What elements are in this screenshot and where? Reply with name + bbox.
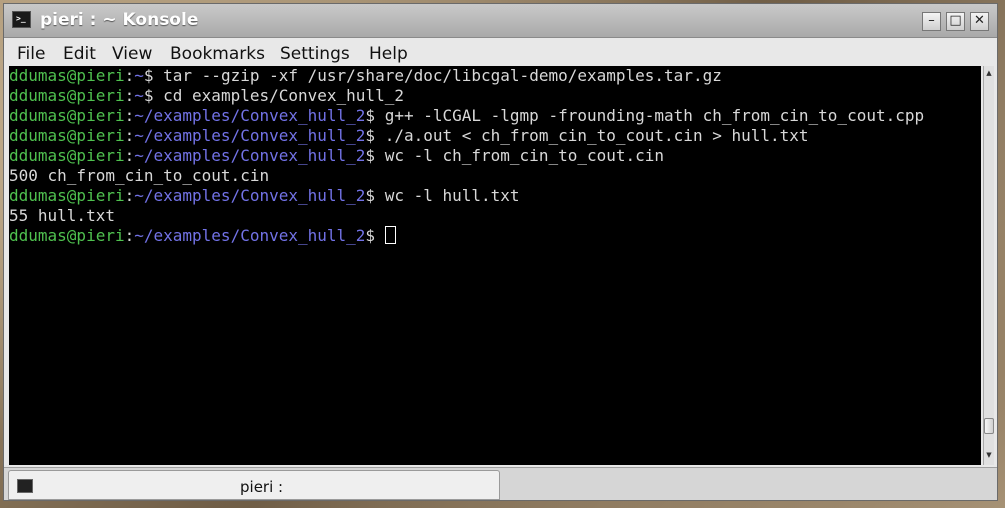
- prompt-path: ~/examples/Convex_hull_2: [134, 106, 366, 125]
- prompt-symbol: $: [143, 86, 164, 105]
- scrollbar-thumb[interactable]: [984, 418, 994, 434]
- prompt-separator: :: [124, 66, 135, 85]
- terminal-icon: [17, 479, 33, 493]
- output-text: 55 hull.txt: [9, 206, 115, 225]
- prompt-path: ~/examples/Convex_hull_2: [134, 226, 366, 245]
- prompt-user: ddumas@pieri: [9, 146, 125, 165]
- menu-edit[interactable]: Edit: [63, 44, 96, 64]
- prompt-separator: :: [124, 126, 135, 145]
- terminal-output[interactable]: ddumas@pieri:~$ tar --gzip -xf /usr/shar…: [9, 66, 981, 465]
- prompt-user: ddumas@pieri: [9, 66, 125, 85]
- prompt-separator: :: [124, 146, 135, 165]
- prompt-separator: :: [124, 86, 135, 105]
- tab-pieri[interactable]: pieri :: [8, 470, 500, 500]
- scroll-up-icon[interactable]: ▲: [984, 66, 994, 80]
- cursor: [384, 226, 396, 244]
- prompt-separator: :: [124, 106, 135, 125]
- prompt-separator: :: [124, 186, 135, 205]
- prompt-symbol: $: [365, 146, 385, 165]
- prompt-path: ~: [134, 86, 144, 105]
- vertical-scrollbar[interactable]: ▲ ▼: [983, 66, 994, 465]
- prompt-path: ~/examples/Convex_hull_2: [134, 186, 366, 205]
- title-bar[interactable]: >_ pieri : ~ Konsole – □ ✕: [4, 4, 997, 38]
- command-text: tar --gzip -xf /usr/share/doc/libcgal-de…: [163, 66, 722, 85]
- command-text: g++ -lCGAL -lgmp -frounding-math ch_from…: [384, 106, 925, 125]
- terminal-icon[interactable]: >_: [12, 11, 31, 28]
- output-line: 55 hull.txt: [9, 206, 115, 226]
- prompt-path: ~/examples/Convex_hull_2: [134, 146, 366, 165]
- tab-label: pieri :: [240, 478, 284, 496]
- output-line: 500 ch_from_cin_to_cout.cin: [9, 166, 269, 186]
- menu-file[interactable]: File: [17, 44, 45, 64]
- prompt-line: ddumas@pieri:~/examples/Convex_hull_2$ w…: [9, 146, 664, 166]
- prompt-path: ~/examples/Convex_hull_2: [134, 126, 366, 145]
- prompt-separator: :: [124, 226, 135, 245]
- prompt-symbol: $: [365, 226, 385, 245]
- menu-view[interactable]: View: [112, 44, 152, 64]
- prompt-symbol: $: [365, 106, 385, 125]
- menu-bar: File Edit View Bookmarks Settings Help: [4, 38, 997, 66]
- prompt-line: ddumas@pieri:~/examples/Convex_hull_2$ .…: [9, 126, 809, 146]
- close-button[interactable]: ✕: [970, 12, 989, 31]
- prompt-line: ddumas@pieri:~$ cd examples/Convex_hull_…: [9, 86, 404, 106]
- prompt-line: ddumas@pieri:~/examples/Convex_hull_2$: [9, 226, 396, 246]
- prompt-line: ddumas@pieri:~$ tar --gzip -xf /usr/shar…: [9, 66, 722, 86]
- command-text: ./a.out < ch_from_cin_to_cout.cin > hull…: [384, 126, 809, 145]
- command-text: cd examples/Convex_hull_2: [163, 86, 404, 105]
- command-text: wc -l hull.txt: [384, 186, 520, 205]
- prompt-user: ddumas@pieri: [9, 186, 125, 205]
- command-text: wc -l ch_from_cin_to_cout.cin: [384, 146, 665, 165]
- konsole-window: >_ pieri : ~ Konsole – □ ✕ File Edit Vie…: [3, 3, 998, 501]
- menu-bookmarks[interactable]: Bookmarks: [170, 44, 265, 64]
- window-title: pieri : ~ Konsole: [40, 10, 199, 30]
- menu-help[interactable]: Help: [369, 44, 408, 64]
- prompt-symbol: $: [365, 186, 385, 205]
- prompt-path: ~: [134, 66, 144, 85]
- prompt-symbol: $: [143, 66, 164, 85]
- prompt-user: ddumas@pieri: [9, 106, 125, 125]
- output-text: 500 ch_from_cin_to_cout.cin: [9, 166, 270, 185]
- prompt-user: ddumas@pieri: [9, 226, 125, 245]
- maximize-button[interactable]: □: [946, 12, 965, 31]
- tab-bar: pieri :: [4, 467, 997, 500]
- scroll-down-icon[interactable]: ▼: [984, 448, 994, 462]
- prompt-line: ddumas@pieri:~/examples/Convex_hull_2$ w…: [9, 186, 520, 206]
- prompt-user: ddumas@pieri: [9, 86, 125, 105]
- prompt-user: ddumas@pieri: [9, 126, 125, 145]
- menu-settings[interactable]: Settings: [280, 44, 350, 64]
- prompt-line: ddumas@pieri:~/examples/Convex_hull_2$ g…: [9, 106, 924, 126]
- prompt-symbol: $: [365, 126, 385, 145]
- minimize-button[interactable]: –: [922, 12, 941, 31]
